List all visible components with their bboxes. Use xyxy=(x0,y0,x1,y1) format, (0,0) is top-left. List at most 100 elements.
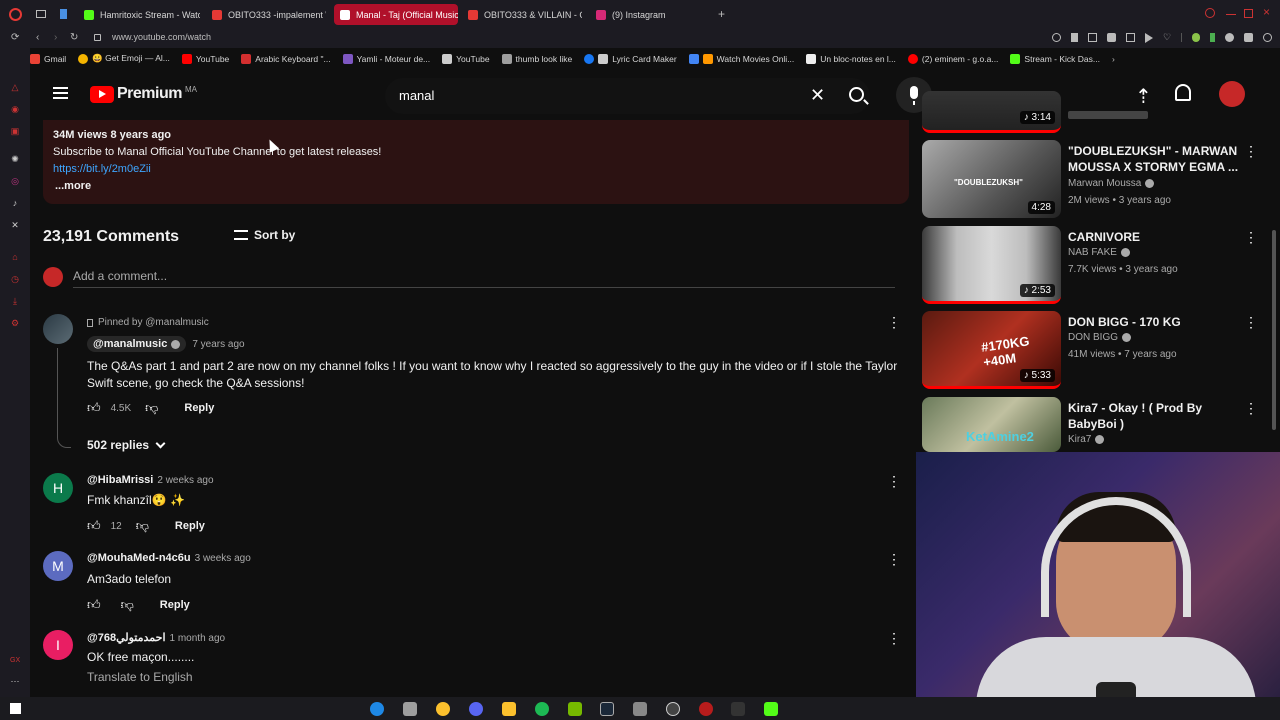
chatgpt-icon[interactable]: ✺ xyxy=(10,154,20,164)
description-link[interactable]: https://bit.ly/2m0eZii xyxy=(53,163,151,175)
bookmark-bloc-notes[interactable]: Un bloc-notes en l... xyxy=(806,53,896,64)
comment-more-icon[interactable]: ⋮ xyxy=(887,551,901,568)
kick-icon[interactable] xyxy=(764,702,778,716)
video-title[interactable]: Kira7 - Okay ! ( Prod By BabyBoi ) xyxy=(1068,400,1248,432)
heart-icon[interactable]: ♡ xyxy=(1163,33,1171,43)
comment-avatar[interactable]: H xyxy=(43,473,73,503)
extension-icon[interactable] xyxy=(1126,33,1135,42)
new-tab-plus-icon[interactable]: + xyxy=(718,7,725,21)
channel-name[interactable]: Kira7 xyxy=(1068,434,1105,445)
comment-time[interactable]: 1 month ago xyxy=(170,633,226,644)
reply-button[interactable]: Reply xyxy=(184,402,214,414)
play-icon[interactable] xyxy=(1145,33,1153,43)
search-box[interactable]: manal ✕ xyxy=(385,78,870,114)
downloads-icon[interactable]: ⤓ xyxy=(10,296,20,306)
pin-icon[interactable] xyxy=(1071,33,1078,42)
video-title[interactable]: CARNIVORE xyxy=(1068,229,1248,245)
comment-avatar[interactable]: I xyxy=(43,630,73,660)
comment-avatar[interactable] xyxy=(43,314,73,344)
tab-2[interactable]: Manal - Taj (Official Music xyxy=(334,4,458,25)
spotify-icon[interactable] xyxy=(535,702,549,716)
comment-more-icon[interactable]: ⋮ xyxy=(887,630,901,647)
comment-time[interactable]: 3 weeks ago xyxy=(195,553,251,564)
like-thumb-icon[interactable]: 👍︎ xyxy=(87,597,101,613)
puzzle-icon[interactable] xyxy=(1244,33,1254,42)
refresh-icon[interactable]: ↻ xyxy=(70,32,78,43)
channel-name[interactable]: NAB FAKE xyxy=(1068,247,1130,258)
dislike-thumb-icon[interactable]: 👎︎ xyxy=(121,597,134,613)
bookmark-yamli[interactable]: Yamli - Moteur de... xyxy=(342,53,430,64)
search-input[interactable]: manal xyxy=(399,88,434,103)
add-comment-input[interactable]: Add a comment... xyxy=(73,269,895,288)
channel-name[interactable]: DON BIGG xyxy=(1068,332,1132,343)
video-thumbnail[interactable]: "DOUBLEZUKSH" 4:28 xyxy=(922,140,1061,218)
tab-4[interactable]: (9) Instagram xyxy=(590,4,690,25)
opera-gx-icon[interactable] xyxy=(699,702,713,716)
right-scrollbar[interactable] xyxy=(1272,230,1276,430)
hamburger-menu-icon[interactable] xyxy=(53,87,68,99)
comment-time[interactable]: 2 weeks ago xyxy=(157,475,213,486)
settings-icon[interactable]: ⚙ xyxy=(10,318,20,328)
battery-icon[interactable] xyxy=(1210,33,1216,42)
app-icon[interactable] xyxy=(403,702,417,716)
comment-author[interactable]: @768احمدمتولي xyxy=(87,631,166,644)
comment-author[interactable]: @manalmusic xyxy=(93,338,167,350)
zoom-icon[interactable] xyxy=(1052,33,1061,42)
chrome-icon[interactable] xyxy=(436,702,450,716)
steam-icon[interactable] xyxy=(600,702,614,716)
profile-icon[interactable] xyxy=(1263,33,1273,42)
sidebar-more-icon[interactable]: ⋯ xyxy=(10,676,20,686)
video-thumbnail[interactable]: #170KG +40M ♪ 5:33 xyxy=(922,311,1061,389)
video-more-icon[interactable]: ⋮ xyxy=(1244,314,1258,331)
creator-badge[interactable]: @manalmusic xyxy=(87,336,187,352)
tab-overview-icon[interactable] xyxy=(36,10,46,18)
video-thumbnail[interactable]: KetAmine2 xyxy=(922,397,1061,452)
reply-button[interactable]: Reply xyxy=(160,599,190,611)
tab-page-icon[interactable] xyxy=(60,9,67,19)
dislike-thumb-icon[interactable]: 👎︎ xyxy=(145,400,158,416)
video-thumbnail[interactable]: ♪ 2:53 xyxy=(922,226,1061,304)
aria-icon[interactable]: △ xyxy=(10,82,20,92)
file-explorer-icon[interactable] xyxy=(502,702,516,716)
channel-name[interactable]: Marwan Moussa xyxy=(1068,178,1155,189)
youtube-premium-logo[interactable]: Premium MA xyxy=(90,85,197,103)
bookmark-lyric-card-maker[interactable]: Lyric Card Maker xyxy=(584,53,677,64)
url-field[interactable]: www.youtube.com/watch xyxy=(112,32,211,42)
comment-more-icon[interactable]: ⋮ xyxy=(887,473,901,490)
description-more-button[interactable]: ...more xyxy=(55,180,91,192)
comment-more-icon[interactable]: ⋮ xyxy=(887,314,901,331)
tab-1[interactable]: OBITO333 -impalement \ xyxy=(206,4,326,25)
recommendation-item[interactable]: ♪ 2:53 CARNIVORE NAB FAKE 7.7K views • 3… xyxy=(922,226,1267,304)
back-arrow-icon[interactable]: ‹ xyxy=(36,32,39,43)
like-thumb-icon[interactable]: 👍︎ xyxy=(87,400,101,416)
bookmark-gmail[interactable]: Gmail xyxy=(30,53,66,64)
discord-icon[interactable] xyxy=(469,702,483,716)
app-icon[interactable] xyxy=(633,702,647,716)
dislike-thumb-icon[interactable]: 👎︎ xyxy=(136,518,149,534)
recommendation-item[interactable]: KetAmine2 Kira7 - Okay ! ( Prod By BabyB… xyxy=(922,397,1267,452)
video-more-icon[interactable]: ⋮ xyxy=(1244,400,1258,417)
clear-search-icon[interactable]: ✕ xyxy=(810,85,825,106)
video-title[interactable]: "DOUBLEZUKSH" - MARWAN MOUSSA X STORMY E… xyxy=(1068,143,1248,175)
minimize-window-icon[interactable] xyxy=(1226,14,1236,15)
nvidia-icon[interactable] xyxy=(568,702,582,716)
whatsapp-icon[interactable]: ▣ xyxy=(10,126,20,136)
bookmark-youtube-2[interactable]: YouTube xyxy=(442,53,490,64)
obs-icon[interactable] xyxy=(666,702,680,716)
reply-button[interactable]: Reply xyxy=(175,520,205,532)
video-more-icon[interactable]: ⋮ xyxy=(1244,143,1258,160)
audio-meter-icon[interactable] xyxy=(731,702,745,716)
shield-icon[interactable] xyxy=(1107,33,1116,42)
lightbulb-icon[interactable] xyxy=(1192,33,1201,42)
maximize-window-icon[interactable] xyxy=(1244,9,1253,18)
view-replies-button[interactable]: 502 replies xyxy=(87,438,166,452)
history-icon[interactable]: ◷ xyxy=(10,274,20,284)
translate-button[interactable]: Translate to English xyxy=(87,670,193,684)
video-more-icon[interactable]: ⋮ xyxy=(1244,229,1258,246)
pinboard-icon[interactable]: ⌂ xyxy=(10,252,20,262)
close-window-icon[interactable]: × xyxy=(1263,5,1270,19)
x-twitter-icon[interactable]: ✕ xyxy=(10,220,20,230)
lock-icon[interactable] xyxy=(94,34,101,41)
gx-icon[interactable]: GX xyxy=(10,656,20,666)
bookmarks-more-icon[interactable]: › xyxy=(1112,54,1115,64)
